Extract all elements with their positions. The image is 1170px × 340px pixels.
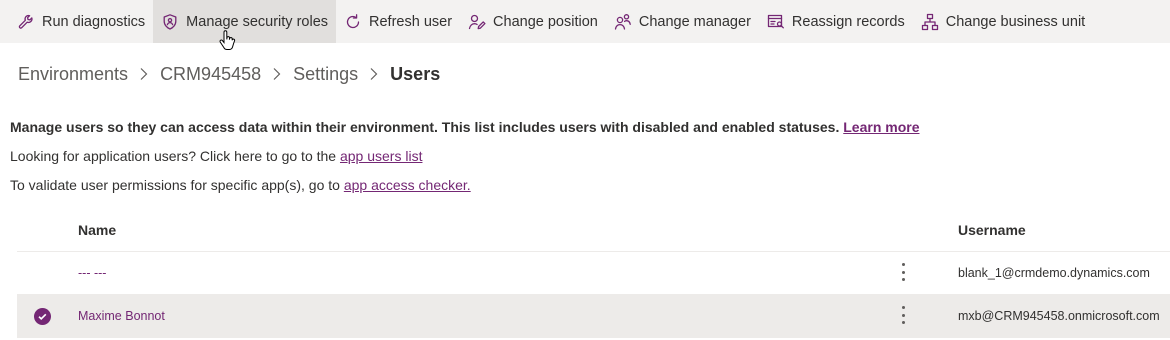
- reassign-records-button[interactable]: Reassign records: [759, 0, 913, 43]
- learn-more-link[interactable]: Learn more: [843, 119, 919, 135]
- reassign-records-label: Reassign records: [791, 13, 905, 30]
- user-name-link[interactable]: --- ---: [78, 266, 106, 280]
- table-row[interactable]: Maxime Bonnot mxb@CRM945458.onmicrosoft.…: [17, 295, 1170, 338]
- description-line: Manage users so they can access data wit…: [10, 119, 920, 135]
- breadcrumb-environments[interactable]: Environments: [18, 64, 128, 85]
- change-business-unit-label: Change business unit: [945, 13, 1086, 30]
- person-edit-icon: [468, 13, 486, 31]
- page-title: Users: [390, 63, 441, 84]
- run-diagnostics-button[interactable]: Run diagnostics: [0, 0, 153, 43]
- username-cell: mxb@CRM945458.onmicrosoft.com: [958, 309, 1160, 323]
- chevron-right-icon: [272, 67, 282, 81]
- org-chart-icon: [921, 13, 939, 31]
- run-diagnostics-label: Run diagnostics: [42, 13, 146, 30]
- breadcrumb-settings[interactable]: Settings: [293, 64, 358, 85]
- records-reassign-icon: [767, 13, 785, 31]
- refresh-icon: [344, 13, 362, 31]
- breadcrumb-environment-name[interactable]: CRM945458: [160, 64, 261, 85]
- app-access-checker-link[interactable]: app access checker.: [344, 177, 471, 193]
- chevron-right-icon: [369, 67, 379, 81]
- column-header-username[interactable]: Username: [958, 222, 1026, 238]
- change-manager-label: Change manager: [638, 13, 751, 30]
- app-access-text: To validate user permissions for specifi…: [10, 177, 340, 193]
- more-vertical-icon[interactable]: [901, 306, 905, 324]
- user-name-link[interactable]: Maxime Bonnot: [78, 309, 165, 323]
- change-position-button[interactable]: Change position: [460, 0, 606, 43]
- breadcrumb: Environments CRM945458 Settings Users: [18, 62, 440, 86]
- row-checkmark-icon[interactable]: [34, 308, 51, 325]
- app-users-list-link[interactable]: app users list: [340, 148, 422, 164]
- change-business-unit-button[interactable]: Change business unit: [913, 0, 1093, 43]
- row-more-options[interactable]: [893, 306, 913, 324]
- refresh-user-button[interactable]: Refresh user: [336, 0, 460, 43]
- app-users-line: Looking for application users? Click her…: [10, 148, 422, 164]
- users-table: Name Username --- --- blank_1@crmdemo.dy…: [17, 209, 1170, 338]
- people-icon: [614, 13, 632, 31]
- command-bar: Run diagnostics Manage security roles Re…: [0, 0, 1170, 43]
- change-position-label: Change position: [493, 13, 598, 30]
- more-vertical-icon[interactable]: [901, 263, 905, 281]
- change-manager-button[interactable]: Change manager: [606, 0, 759, 43]
- row-more-options[interactable]: [893, 263, 913, 281]
- manage-security-roles-label: Manage security roles: [186, 13, 329, 30]
- username-cell: blank_1@crmdemo.dynamics.com: [958, 266, 1150, 280]
- app-users-text: Looking for application users? Click her…: [10, 148, 337, 164]
- shield-person-icon: [161, 13, 179, 31]
- refresh-user-label: Refresh user: [369, 13, 453, 30]
- hand-cursor-icon: [219, 30, 236, 50]
- column-header-name[interactable]: Name: [78, 222, 116, 238]
- wrench-icon: [17, 13, 35, 31]
- table-row[interactable]: --- --- blank_1@crmdemo.dynamics.com: [17, 252, 1170, 295]
- manage-security-roles-button[interactable]: Manage security roles: [153, 0, 337, 43]
- table-header: Name Username: [17, 209, 1170, 252]
- chevron-right-icon: [139, 67, 149, 81]
- description-text: Manage users so they can access data wit…: [10, 119, 840, 135]
- app-access-line: To validate user permissions for specifi…: [10, 177, 471, 193]
